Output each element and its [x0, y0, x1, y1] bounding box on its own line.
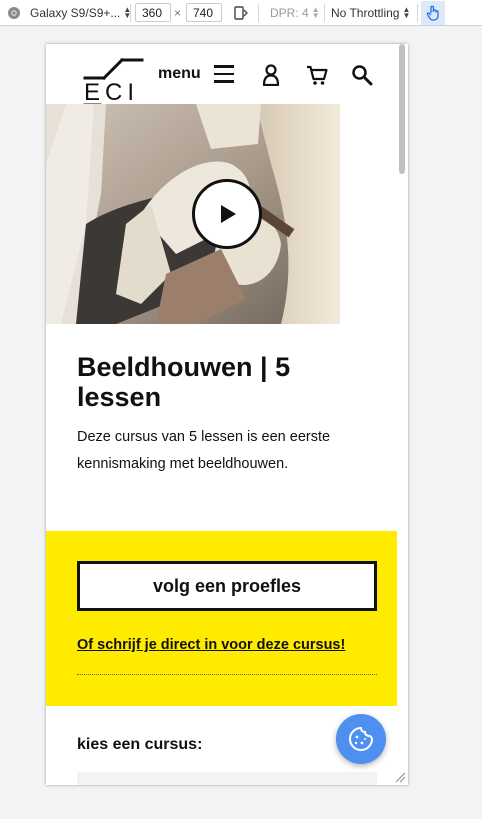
device-name: Galaxy S9/S9+... — [30, 6, 121, 20]
rotate-icon[interactable] — [232, 0, 248, 26]
user-icon[interactable] — [260, 64, 282, 86]
trial-lesson-button[interactable]: volg een proefles — [77, 561, 377, 611]
chrome-icon — [7, 0, 21, 26]
enroll-link[interactable]: Of schrijf je direct in voor deze cursus… — [77, 637, 345, 653]
play-icon — [221, 205, 236, 223]
dpr-label: DPR: 4 — [270, 6, 309, 20]
height-input[interactable]: 740 — [186, 3, 222, 22]
times-sign: × — [174, 6, 182, 20]
page-title: Beeldhouwen | 5 lessen — [77, 352, 291, 412]
resize-handle-icon[interactable] — [394, 771, 406, 783]
dpr-select[interactable]: DPR: 4 ▲ ▼ — [270, 0, 320, 26]
svg-text:ECI: ECI — [84, 79, 139, 106]
device-select[interactable]: Galaxy S9/S9+... ▲ ▼ — [30, 0, 131, 26]
course-video[interactable] — [46, 104, 340, 324]
select-arrows-icon: ▲ ▼ — [402, 5, 411, 20]
scrollbar-thumb[interactable] — [399, 44, 405, 174]
choose-course-label: kies een cursus: — [77, 736, 203, 753]
touch-icon[interactable] — [421, 1, 445, 25]
site-header: ECI menu — [46, 44, 397, 129]
throttling-select[interactable]: No Throttling ▲ ▼ — [331, 0, 410, 26]
cookie-settings-button[interactable] — [336, 714, 386, 764]
search-icon[interactable] — [351, 64, 373, 86]
width-input[interactable]: 360 — [135, 3, 171, 22]
select-arrows-icon: ▲ ▼ — [311, 5, 320, 20]
cookie-icon — [349, 726, 374, 751]
play-button[interactable] — [192, 179, 262, 249]
course-select[interactable] — [77, 772, 377, 785]
hamburger-icon[interactable] — [214, 65, 234, 83]
cart-icon[interactable] — [306, 64, 328, 86]
device-viewport: ECI menu Beeldhouwen | 5 lessen Deze cur… — [46, 44, 408, 785]
course-description: Deze cursus van 5 lessen is een eerste k… — [77, 429, 331, 472]
throttling-label: No Throttling — [331, 6, 400, 20]
cta-panel: volg een proefles Of schrijf je direct i… — [46, 531, 397, 706]
devtools-toolbar: Galaxy S9/S9+... ▲ ▼ 360 × 740 DPR: 4 ▲ ▼ … — [0, 0, 482, 26]
menu-label[interactable]: menu — [158, 65, 201, 83]
divider — [77, 674, 377, 675]
